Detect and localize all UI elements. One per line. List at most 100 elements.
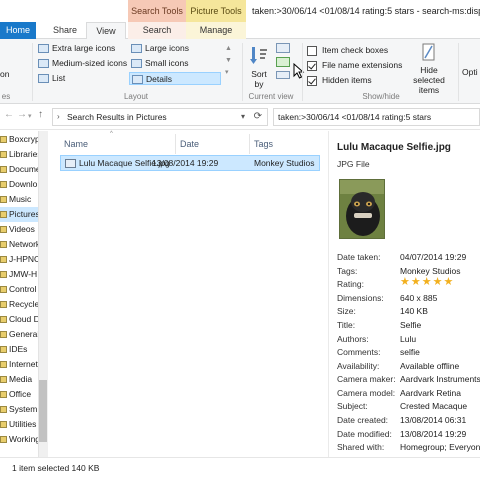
address-dropdown-icon[interactable]: ▾ bbox=[241, 112, 245, 121]
prop-camera-model-label: Camera model: bbox=[337, 388, 396, 398]
prop-comments-value[interactable]: selfie bbox=[400, 347, 420, 357]
nav-item[interactable]: Docume bbox=[0, 162, 38, 177]
ribbon-separator bbox=[242, 43, 243, 101]
nav-item[interactable]: Utilities bbox=[0, 417, 38, 432]
group-by-button[interactable] bbox=[276, 43, 290, 53]
back-arrow-icon[interactable]: ← bbox=[4, 109, 14, 120]
layout-medium-icons[interactable]: Medium-sized icons bbox=[36, 57, 128, 70]
sort-label: Sort bbox=[251, 69, 267, 79]
layout-scroll-arrows[interactable]: ▲ ▼ ▾ bbox=[225, 43, 232, 79]
layout-extra-large-icons[interactable]: Extra large icons bbox=[36, 42, 128, 55]
hide-selected-items-button[interactable]: Hide selected items bbox=[404, 43, 454, 95]
layout-item-label: Details bbox=[146, 74, 172, 84]
small-icons-icon bbox=[131, 59, 142, 68]
prop-comments-label: Comments: bbox=[337, 347, 381, 357]
checkbox-checked-icon bbox=[307, 61, 317, 71]
prop-date-modified-value: 13/08/2014 19:29 bbox=[400, 429, 467, 439]
column-header-date[interactable]: Date bbox=[176, 134, 250, 154]
item-check-boxes-toggle[interactable]: Item check boxes bbox=[307, 44, 388, 57]
star-icon[interactable]: ★ bbox=[422, 276, 433, 288]
search-input[interactable]: taken:>30/06/14 <01/08/14 rating:5 stars bbox=[273, 108, 480, 126]
panes-group-label: es bbox=[1, 92, 11, 101]
star-icon[interactable]: ★ bbox=[444, 276, 455, 288]
star-icon[interactable]: ★ bbox=[411, 276, 422, 288]
tab-view[interactable]: View bbox=[86, 22, 126, 40]
layout-small-icons[interactable]: Small icons bbox=[129, 57, 221, 70]
nav-item-label: Libraries bbox=[9, 149, 38, 159]
nav-item[interactable]: Recycle B bbox=[0, 297, 38, 312]
nav-item[interactable]: Videos bbox=[0, 222, 38, 237]
size-columns-button[interactable] bbox=[276, 71, 290, 79]
tab-manage[interactable]: Manage bbox=[186, 22, 246, 39]
nav-item[interactable]: Downlo bbox=[0, 177, 38, 192]
nav-item-label: Music bbox=[9, 194, 32, 204]
nav-item[interactable]: Boxcryp bbox=[0, 132, 38, 147]
window-title: taken:>30/06/14 <01/08/14 rating:5 stars… bbox=[252, 6, 480, 16]
file-list[interactable]: Name Date Tags ^ Lulu Macaque Selfie.jpg… bbox=[50, 131, 320, 457]
nav-item[interactable]: Internet 8 bbox=[0, 357, 38, 372]
nav-item[interactable]: System To bbox=[0, 402, 38, 417]
sort-by-icon bbox=[250, 47, 267, 64]
sort-indicator-icon: ^ bbox=[110, 131, 113, 137]
layout-item-label: Extra large icons bbox=[52, 43, 116, 53]
nav-item[interactable]: JMW-H bbox=[0, 267, 38, 282]
nav-item[interactable]: Working F bbox=[0, 432, 38, 447]
prop-date-taken-value[interactable]: 04/07/2014 19:29 bbox=[400, 252, 466, 262]
file-name-extensions-toggle[interactable]: File name extensions bbox=[307, 59, 402, 72]
prop-camera-maker-value[interactable]: Aardvark Instruments bbox=[400, 374, 480, 384]
nav-item[interactable]: Music bbox=[0, 192, 38, 207]
list-icon bbox=[38, 74, 49, 83]
prop-title-value[interactable]: Selfie bbox=[400, 320, 421, 330]
nav-item[interactable]: Cloud Dri bbox=[0, 312, 38, 327]
nav-item-label: Downlo bbox=[9, 179, 38, 189]
nav-item[interactable]: J-HPNC bbox=[0, 252, 38, 267]
table-row[interactable]: Lulu Macaque Selfie.jpg 13/08/2014 19:29… bbox=[60, 155, 320, 171]
star-icon[interactable]: ★ bbox=[400, 276, 411, 288]
folder-icon bbox=[0, 436, 7, 444]
prop-subject-value[interactable]: Crested Macaque bbox=[400, 401, 467, 411]
address-bar-row: ← → ▾ ↑ › Search Results in Pictures ▾ ⟳… bbox=[0, 104, 480, 130]
nav-item-label: Internet 8 bbox=[9, 359, 38, 369]
nav-item-selected[interactable]: Pictures bbox=[0, 207, 38, 222]
tab-search[interactable]: Search bbox=[128, 22, 186, 39]
column-header-name[interactable]: Name bbox=[60, 134, 176, 154]
image-thumbnail bbox=[339, 179, 385, 239]
checkbox-checked-icon bbox=[307, 76, 317, 86]
folder-icon bbox=[0, 196, 7, 204]
prop-availability-value: Available offline bbox=[400, 361, 460, 371]
refresh-icon[interactable]: ⟳ bbox=[254, 111, 262, 122]
prop-authors-value[interactable]: Lulu bbox=[400, 334, 416, 344]
layout-large-icons[interactable]: Large icons bbox=[129, 42, 221, 55]
preview-file-name: Lulu Macaque Selfie.jpg bbox=[337, 142, 451, 153]
layout-list[interactable]: List bbox=[36, 72, 128, 85]
hidden-items-toggle[interactable]: Hidden items bbox=[307, 74, 372, 87]
rating-stars[interactable]: ★★★★★ bbox=[400, 275, 454, 288]
recent-dropdown-icon[interactable]: ▾ bbox=[28, 112, 32, 120]
tab-share[interactable]: Share bbox=[44, 22, 86, 39]
nav-scrollbar-thumb[interactable] bbox=[39, 380, 47, 442]
folder-icon bbox=[0, 136, 7, 144]
nav-item[interactable]: Network bbox=[0, 237, 38, 252]
column-header-tags[interactable]: Tags bbox=[250, 134, 320, 154]
nav-item[interactable]: Control P bbox=[0, 282, 38, 297]
nav-item[interactable]: Office bbox=[0, 387, 38, 402]
options-button[interactable]: Opti bbox=[462, 67, 480, 77]
prop-subject-label: Subject: bbox=[337, 401, 368, 411]
up-arrow-icon[interactable]: ↑ bbox=[38, 109, 43, 120]
panes-partial-label[interactable]: on bbox=[0, 69, 9, 79]
nav-item[interactable]: Media bbox=[0, 372, 38, 387]
folder-icon bbox=[0, 391, 7, 399]
forward-arrow-icon[interactable]: → bbox=[17, 109, 27, 120]
item-check-boxes-label: Item check boxes bbox=[322, 45, 389, 55]
address-field[interactable]: › Search Results in Pictures ▾ ⟳ bbox=[52, 108, 268, 126]
nav-item-label: System To bbox=[9, 404, 38, 414]
layout-details[interactable]: Details bbox=[129, 72, 221, 85]
prop-camera-model-value[interactable]: Aardvark Retina bbox=[400, 388, 461, 398]
sort-by-button[interactable]: Sort by bbox=[248, 43, 270, 89]
add-columns-button[interactable] bbox=[276, 57, 290, 67]
nav-item[interactable]: General A bbox=[0, 327, 38, 342]
nav-item[interactable]: Libraries bbox=[0, 147, 38, 162]
nav-item[interactable]: IDEs bbox=[0, 342, 38, 357]
star-icon[interactable]: ★ bbox=[433, 276, 444, 288]
tab-home[interactable]: Home bbox=[0, 22, 36, 39]
